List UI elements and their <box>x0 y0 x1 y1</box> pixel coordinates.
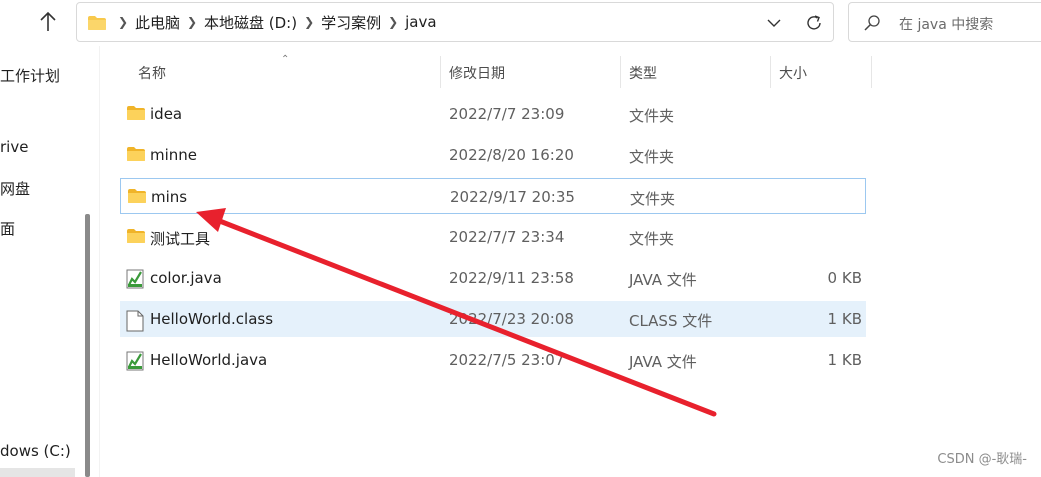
breadcrumb: ❯ 此电脑 ❯ 本地磁盘 (D:) ❯ 学习案例 ❯ java <box>111 3 437 41</box>
file-type: JAVA 文件 <box>629 353 697 371</box>
nav-selection-highlight <box>0 468 75 477</box>
file-icon <box>126 310 144 332</box>
nav-item-netdisk[interactable]: 网盘 <box>0 178 30 199</box>
file-name: minne <box>150 146 198 164</box>
nav-scrollbar[interactable] <box>85 214 90 477</box>
breadcrumb-item-this-pc[interactable]: 此电脑 <box>135 12 180 33</box>
folder-icon <box>88 16 106 30</box>
file-row-helloworld-class[interactable]: HelloWorld.class 2022/7/23 20:08 CLASS 文… <box>120 301 866 337</box>
column-header-name[interactable]: 名称 <box>138 63 166 83</box>
breadcrumb-item-study[interactable]: 学习案例 <box>321 12 381 33</box>
folder-icon <box>127 229 145 243</box>
file-name: idea <box>150 105 183 123</box>
file-row-mins[interactable]: mins 2022/9/17 20:35 文件夹 <box>120 178 866 214</box>
file-name: color.java <box>150 269 222 287</box>
folder-icon <box>127 106 145 120</box>
file-row-idea[interactable]: idea 2022/7/7 23:09 文件夹 <box>120 96 866 132</box>
file-name: 测试工具 <box>150 230 211 248</box>
up-button[interactable] <box>34 8 62 36</box>
file-row-minne[interactable]: minne 2022/8/20 16:20 文件夹 <box>120 137 866 173</box>
column-header-size[interactable]: 大小 <box>779 63 807 83</box>
java-file-icon <box>126 269 144 289</box>
refresh-icon <box>807 15 821 30</box>
chevron-right-icon[interactable]: ❯ <box>297 15 321 29</box>
folder-icon <box>128 189 146 203</box>
pane-divider[interactable] <box>99 46 100 477</box>
column-headers: 名称 修改日期 类型 大小 <box>120 52 880 88</box>
column-separator[interactable] <box>770 56 771 88</box>
sort-ascending-icon: ⌃ <box>281 54 290 65</box>
file-row-helloworld-java[interactable]: HelloWorld.java 2022/7/5 23:07 JAVA 文件 1… <box>120 342 866 378</box>
column-separator[interactable] <box>620 56 621 88</box>
search-placeholder[interactable]: 在 java 中搜索 <box>899 14 993 34</box>
file-date: 2022/8/20 16:20 <box>449 146 574 164</box>
column-header-date[interactable]: 修改日期 <box>449 63 505 83</box>
column-header-type[interactable]: 类型 <box>629 63 657 83</box>
file-name: mins <box>151 188 188 206</box>
chevron-right-icon[interactable]: ❯ <box>111 15 135 29</box>
file-date: 2022/7/5 23:07 <box>449 351 565 369</box>
watermark: CSDN @-耿瑞- <box>937 452 1027 467</box>
search-box[interactable]: 在 java 中搜索 <box>848 2 1041 42</box>
java-file-icon <box>126 351 144 371</box>
folder-icon <box>127 147 145 161</box>
file-name: HelloWorld.java <box>150 351 268 369</box>
breadcrumb-item-drive-d[interactable]: 本地磁盘 (D:) <box>204 12 297 33</box>
breadcrumb-item-java[interactable]: java <box>405 13 436 31</box>
address-bar[interactable]: ❯ 此电脑 ❯ 本地磁盘 (D:) ❯ 学习案例 ❯ java <box>76 2 834 42</box>
file-row-test-tools[interactable]: 测试工具 2022/7/7 23:34 文件夹 <box>120 219 866 255</box>
nav-item-work-plan[interactable]: 工作计划 <box>0 65 60 86</box>
chevron-down-icon <box>767 19 781 27</box>
file-size: 1 KB <box>827 351 862 369</box>
file-type: 文件夹 <box>629 107 675 125</box>
file-size: 0 KB <box>827 269 862 287</box>
nav-item-windows-c[interactable]: dows (C:) <box>0 442 71 460</box>
navigation-pane: 工作计划 rive 网盘 面 dows (C:) <box>0 46 78 477</box>
file-name: HelloWorld.class <box>150 310 274 328</box>
chevron-right-icon[interactable]: ❯ <box>381 15 405 29</box>
chevron-right-icon[interactable]: ❯ <box>180 15 204 29</box>
file-size: 1 KB <box>827 310 862 328</box>
file-type: JAVA 文件 <box>629 271 697 289</box>
file-date: 2022/7/23 20:08 <box>449 310 574 328</box>
file-type: CLASS 文件 <box>629 312 713 330</box>
address-history-button[interactable] <box>763 13 785 33</box>
file-date: 2022/9/17 20:35 <box>450 188 575 206</box>
file-date: 2022/7/7 23:34 <box>449 228 565 246</box>
file-type: 文件夹 <box>630 190 676 208</box>
file-type: 文件夹 <box>629 230 675 248</box>
arrow-up-icon <box>40 11 56 31</box>
column-separator[interactable] <box>440 56 441 88</box>
refresh-button[interactable] <box>803 12 825 34</box>
nav-item-drive[interactable]: rive <box>0 138 28 156</box>
file-date: 2022/9/11 23:58 <box>449 269 574 287</box>
file-date: 2022/7/7 23:09 <box>449 105 565 123</box>
nav-item-desktop[interactable]: 面 <box>0 218 15 239</box>
search-icon <box>864 15 880 31</box>
file-type: 文件夹 <box>629 148 675 166</box>
toolbar: ❯ 此电脑 ❯ 本地磁盘 (D:) ❯ 学习案例 ❯ java 在 java 中… <box>0 0 1041 46</box>
file-row-color-java[interactable]: color.java 2022/9/11 23:58 JAVA 文件 0 KB <box>120 260 866 296</box>
column-separator[interactable] <box>871 56 872 88</box>
